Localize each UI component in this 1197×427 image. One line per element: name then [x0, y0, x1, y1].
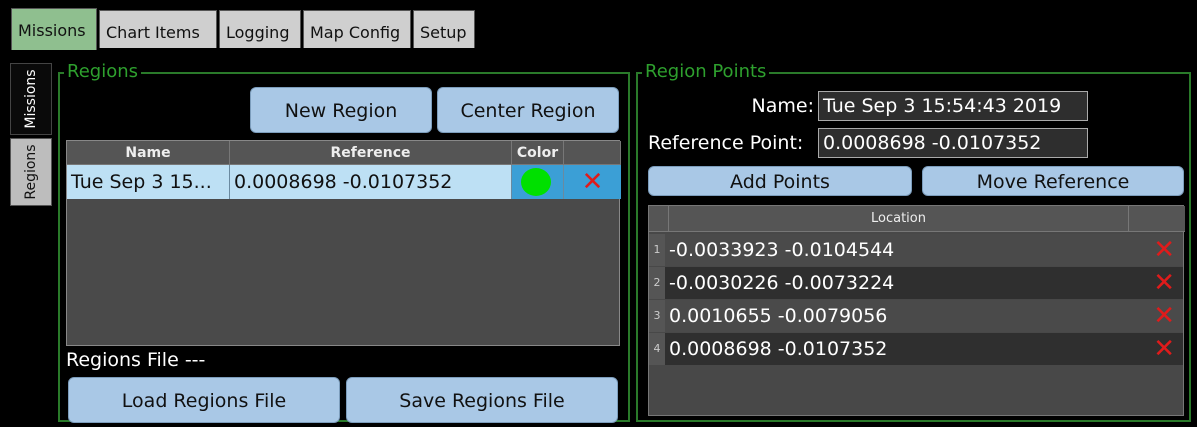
column-header-delete-points	[1129, 206, 1185, 232]
delete-point-icon[interactable]: ✕	[1153, 234, 1175, 266]
delete-point-icon[interactable]: ✕	[1153, 333, 1175, 365]
row-index: 4	[649, 333, 665, 365]
row-index: 2	[649, 267, 665, 299]
delete-point-icon[interactable]: ✕	[1153, 300, 1175, 332]
point-location[interactable]: 0.0008698 -0.0107352	[669, 333, 887, 365]
column-header-reference[interactable]: Reference	[230, 141, 512, 165]
regions-file-label: Regions File ---	[66, 349, 206, 371]
region-name-cell[interactable]: Tue Sep 3 15...	[67, 165, 230, 199]
table-row[interactable]: 2 -0.0030226 -0.0073224 ✕	[649, 267, 1183, 299]
reference-point-field[interactable]: 0.0008698 -0.0107352	[818, 128, 1088, 158]
table-row[interactable]: 3 0.0010655 -0.0079056 ✕	[649, 300, 1183, 332]
delete-region-icon[interactable]: ✕	[564, 165, 621, 199]
column-header-name[interactable]: Name	[67, 141, 230, 165]
center-region-button[interactable]: Center Region	[437, 87, 619, 133]
row-index: 1	[649, 234, 665, 266]
regions-group-title: Regions	[64, 62, 141, 82]
corner-header	[649, 206, 669, 232]
column-header-delete	[564, 141, 621, 165]
region-color-cell[interactable]	[512, 165, 564, 199]
side-tab-missions[interactable]: Missions	[10, 63, 52, 135]
column-header-color[interactable]: Color	[512, 141, 564, 165]
regions-table: Name Reference Color Tue Sep 3 15... 0.0…	[66, 140, 621, 346]
move-reference-button[interactable]: Move Reference	[922, 166, 1184, 196]
table-row[interactable]: 4 0.0008698 -0.0107352 ✕	[649, 333, 1183, 365]
reference-point-label: Reference Point:	[648, 132, 804, 154]
name-field[interactable]: Tue Sep 3 15:54:43 2019	[818, 91, 1088, 121]
name-label: Name:	[751, 95, 814, 117]
load-regions-file-button[interactable]: Load Regions File	[68, 377, 340, 423]
color-swatch[interactable]	[521, 168, 551, 196]
new-region-button[interactable]: New Region	[250, 87, 432, 133]
side-tab-regions-label: Regions	[23, 144, 39, 200]
region-reference-cell[interactable]: 0.0008698 -0.0107352	[230, 165, 512, 199]
point-location[interactable]: 0.0010655 -0.0079056	[669, 300, 887, 332]
add-points-button[interactable]: Add Points	[648, 166, 912, 196]
table-row[interactable]: Tue Sep 3 15... 0.0008698 -0.0107352 ✕	[67, 165, 621, 199]
tab-missions[interactable]: Missions	[11, 8, 97, 50]
point-location[interactable]: -0.0030226 -0.0073224	[669, 267, 894, 299]
tab-map-config[interactable]: Map Config	[303, 10, 411, 48]
region-points-group-title: Region Points	[642, 62, 770, 82]
point-location[interactable]: -0.0033923 -0.0104544	[669, 234, 894, 266]
points-table: Location 1 -0.0033923 -0.0104544 ✕ 2 -0.…	[648, 205, 1185, 416]
tab-logging[interactable]: Logging	[219, 10, 301, 48]
delete-point-icon[interactable]: ✕	[1153, 267, 1175, 299]
column-header-location[interactable]: Location	[669, 206, 1129, 232]
row-index: 3	[649, 300, 665, 332]
tab-chart-items[interactable]: Chart Items	[99, 10, 217, 48]
side-tab-regions[interactable]: Regions	[10, 138, 52, 206]
top-tab-bar: Missions Chart Items Logging Map Config …	[0, 0, 1197, 50]
tab-setup[interactable]: Setup	[413, 10, 475, 48]
save-regions-file-button[interactable]: Save Regions File	[346, 377, 618, 423]
side-tab-missions-label: Missions	[23, 69, 39, 129]
table-row[interactable]: 1 -0.0033923 -0.0104544 ✕	[649, 234, 1183, 266]
